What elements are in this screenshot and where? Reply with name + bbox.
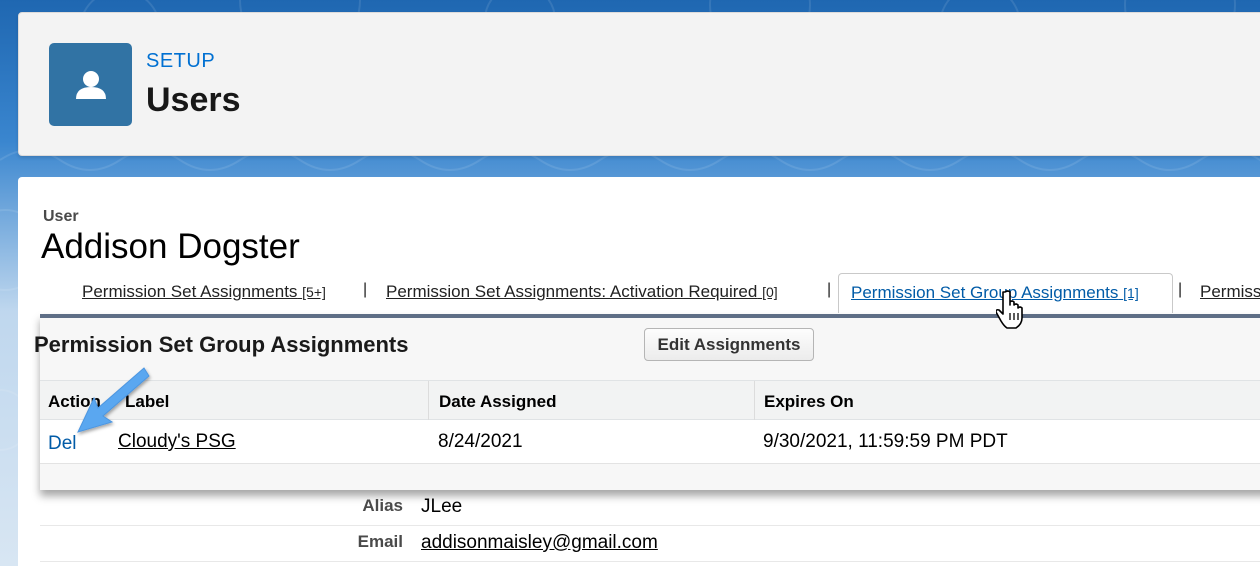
- permission-set-group-section: Permission Set Group Assignments Edit As…: [34, 314, 1260, 490]
- related-list-links: Permission Set Assignments [5+] | Permis…: [18, 271, 1260, 313]
- email-label: Email: [357, 532, 403, 551]
- user-icon: [49, 43, 132, 126]
- breadcrumb[interactable]: SETUP: [146, 50, 215, 73]
- assignments-table: Action Label Date Assigned Expires On De…: [40, 380, 1260, 464]
- email-link[interactable]: addisonmaisley@gmail.com: [421, 532, 658, 554]
- link-separator: |: [827, 281, 832, 298]
- link-activation-required[interactable]: Permission Set Assignments: Activation R…: [386, 282, 778, 302]
- column-header-date-assigned: Date Assigned: [439, 392, 557, 411]
- detail-row-email: Email addisonmaisley@gmail.com: [40, 526, 1260, 562]
- user-name: Addison Dogster: [41, 227, 300, 266]
- link-permission-truncated[interactable]: Permiss: [1200, 282, 1260, 302]
- table-row: Del Cloudy's PSG 8/24/2021 9/30/2021, 11…: [40, 420, 1260, 464]
- link-permission-set-assignments[interactable]: Permission Set Assignments [5+]: [82, 282, 326, 302]
- date-assigned-cell: 8/24/2021: [438, 431, 523, 452]
- annotation-arrow-icon: [77, 367, 150, 433]
- hand-cursor-icon: [996, 290, 1023, 329]
- column-divider: [754, 381, 755, 421]
- table-header: Action Label Date Assigned Expires On: [40, 380, 1260, 421]
- column-header-expires-on: Expires On: [764, 392, 854, 411]
- column-divider: [428, 381, 429, 421]
- record-type-label: User: [43, 208, 79, 225]
- link-separator: |: [1178, 281, 1183, 298]
- page-header: SETUP Users: [18, 12, 1260, 156]
- section-title: Permission Set Group Assignments: [34, 332, 409, 357]
- detail-row-alias: Alias JLee: [40, 490, 1260, 526]
- expires-on-cell: 9/30/2021, 11:59:59 PM PDT: [763, 431, 1008, 452]
- link-permission-set-group-assignments[interactable]: Permission Set Group Assignments [1]: [851, 283, 1139, 303]
- alias-label: Alias: [362, 496, 403, 515]
- user-detail-panel: User Addison Dogster Permission Set Assi…: [18, 177, 1260, 566]
- edit-assignments-button[interactable]: Edit Assignments: [644, 328, 814, 361]
- page-title: Users: [146, 81, 241, 119]
- alias-value: JLee: [421, 496, 463, 517]
- link-separator: |: [363, 281, 368, 298]
